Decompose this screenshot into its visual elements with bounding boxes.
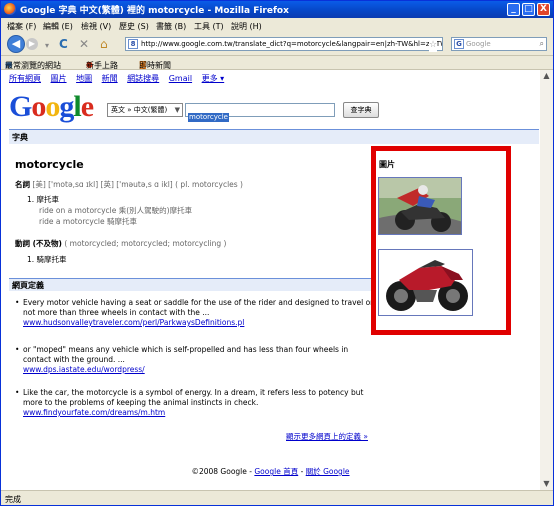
logo-letter: o: [45, 90, 60, 123]
def-number: 1.: [27, 195, 35, 204]
page-footer: ©2008 Google - Google 首頁 - 關於 Google: [1, 466, 540, 477]
link-gmail[interactable]: Gmail: [169, 74, 192, 83]
query-value: motorcycle: [188, 113, 229, 122]
footer-home-link[interactable]: Google 首頁: [254, 467, 298, 476]
noun-example-2: ride a motorcycle 騎摩托車: [39, 217, 138, 226]
web-def-link[interactable]: www.dps.iastate.edu/wordpress/: [23, 365, 375, 375]
noun-pronunciation: [美] ['motə,sɑ ɪkl] [英] ['məutə,s ɑ ikl] …: [32, 180, 243, 189]
chevron-down-icon: ▼: [174, 106, 180, 114]
noun-example-1: ride on a motorcycle 乘(別人駕駛的)摩托車: [39, 206, 193, 215]
footer-separator: -: [298, 467, 306, 476]
menu-tools[interactable]: 工具 (T): [194, 21, 224, 32]
link-blogsearch[interactable]: 網誌搜尋: [127, 74, 159, 83]
close-button[interactable]: X: [537, 3, 550, 16]
title-bar: Google 字典 中文(繁體) 裡的 motorcycle - Mozilla…: [1, 1, 553, 18]
forward-button[interactable]: ▶: [26, 38, 38, 50]
bookmark-star-icon[interactable]: ☆: [429, 38, 438, 52]
web-def-3: • Like the car, the motorcycle is a symb…: [15, 388, 375, 418]
page-content: 所有網頁 圖片 地圖 新聞 網誌搜尋 Gmail 更多 ▾ Google 英文 …: [1, 70, 540, 490]
status-text: 完成: [5, 495, 21, 504]
lookup-dictionary-button[interactable]: 查字典: [343, 102, 379, 118]
menu-bookmarks[interactable]: 書籤 (B): [156, 21, 186, 32]
more-web-definitions-link[interactable]: 顯示更多網頁上的定義 »: [286, 431, 368, 442]
minimize-button[interactable]: _: [507, 3, 520, 16]
browser-window: Google 字典 中文(繁體) 裡的 motorcycle - Mozilla…: [0, 0, 554, 506]
query-input[interactable]: motorcycle: [185, 103, 335, 122]
link-images[interactable]: 圖片: [51, 74, 67, 83]
footer-about-link[interactable]: 關於 Google: [306, 467, 350, 476]
language-pair-value: 英文 » 中文(繁體): [111, 106, 168, 114]
noun-pos-label: 名詞: [15, 180, 30, 189]
web-def-text: Every motor vehicle having a seat or sad…: [23, 298, 375, 317]
web-definitions-header: 網頁定義: [9, 278, 371, 291]
link-maps[interactable]: 地圖: [76, 74, 92, 83]
google-top-links: 所有網頁 圖片 地圖 新聞 網誌搜尋 Gmail 更多 ▾: [9, 73, 231, 84]
scroll-down-icon[interactable]: ▼: [540, 478, 553, 490]
logo-letter: e: [80, 90, 94, 123]
stop-icon[interactable]: ✕: [79, 37, 89, 51]
logo-letter: l: [73, 90, 81, 123]
language-pair-select[interactable]: 英文 » 中文(繁體) ▼: [107, 103, 183, 117]
verb-def-1: 1. 騎摩托車: [27, 254, 67, 265]
bullet: •: [15, 388, 20, 397]
menu-view[interactable]: 檢視 (V): [81, 21, 111, 32]
search-placeholder: Google: [466, 40, 491, 48]
google-search-engine-icon[interactable]: G: [454, 39, 464, 49]
web-def-text: Like the car, the motorcycle is a symbol…: [23, 388, 364, 407]
back-button[interactable]: ◀: [7, 35, 25, 53]
search-go-icon[interactable]: ⌕: [540, 38, 544, 50]
verb-entry: 動詞 (不及物) ( motorcycled; motorcycled; mot…: [15, 238, 227, 249]
footer-copyright: ©2008 Google -: [191, 467, 255, 476]
reload-icon[interactable]: C: [59, 37, 68, 51]
vertical-scrollbar[interactable]: ▲ ▼: [540, 70, 553, 490]
verb-pos-label: 動詞 (不及物): [15, 239, 62, 248]
search-box[interactable]: G Google ⌕: [451, 37, 547, 51]
noun-def-1: 1. 摩托車: [27, 194, 59, 205]
link-more[interactable]: 更多 ▾: [202, 74, 225, 83]
link-web[interactable]: 所有網頁: [9, 74, 41, 83]
url-bar[interactable]: 8 http://www.google.com.tw/translate_dict…: [125, 37, 443, 51]
verb-forms: ( motorcycled; motorcycled; motorcycling…: [64, 239, 227, 248]
web-def-link[interactable]: www.hudsonvalleytraveler.com/perl/Parkwa…: [23, 318, 375, 328]
status-bar: 完成: [1, 490, 553, 505]
def-text: 摩托車: [36, 195, 60, 204]
site-favicon: 8: [128, 39, 138, 49]
menu-history[interactable]: 歷史 (S): [119, 21, 149, 32]
headword: motorcycle: [15, 158, 84, 171]
web-def-link[interactable]: www.findyourfate.com/dreams/m.htm: [23, 408, 375, 418]
dictionary-section-header: 字典: [9, 129, 539, 144]
logo-letter: o: [31, 90, 46, 123]
logo-letter: g: [59, 90, 74, 123]
menu-file[interactable]: 檔案 (F): [7, 21, 36, 32]
bullet: •: [15, 345, 20, 354]
def-number: 1.: [27, 255, 35, 264]
web-def-2: • or "moped" means any vehicle which is …: [15, 345, 375, 375]
web-def-text: or "moped" means any vehicle which is se…: [23, 345, 349, 364]
logo-letter: G: [9, 90, 32, 123]
noun-entry: 名詞 [美] ['motə,sɑ ɪkl] [英] ['məutə,s ɑ ik…: [15, 179, 243, 190]
url-text: http://www.google.com.tw/translate_dict?…: [141, 40, 443, 48]
firefox-icon: [4, 3, 16, 15]
navigation-toolbar: ◀ ▶ ▾ C ✕ ⌂ 8 http://www.google.com.tw/tr…: [1, 33, 553, 56]
google-logo[interactable]: Google: [9, 90, 94, 124]
history-dropdown-icon[interactable]: ▾: [45, 39, 49, 53]
menu-help[interactable]: 說明 (H): [231, 21, 262, 32]
def-text: 騎摩托車: [36, 255, 67, 264]
maximize-button[interactable]: □: [522, 3, 535, 16]
bookmarks-toolbar: ▦ 最常瀏覽的網站 ● 新手上路 ◙ 即時新聞: [1, 56, 553, 70]
window-title: Google 字典 中文(繁體) 裡的 motorcycle - Mozilla…: [20, 6, 289, 16]
home-icon[interactable]: ⌂: [100, 37, 108, 51]
web-def-1: • Every motor vehicle having a seat or s…: [15, 298, 375, 328]
menu-bar: 檔案 (F) 編輯 (E) 檢視 (V) 歷史 (S) 書籤 (B) 工具 (T…: [1, 18, 553, 33]
link-news[interactable]: 新聞: [102, 74, 118, 83]
bullet: •: [15, 298, 20, 307]
image-highlight-box: [371, 146, 511, 335]
scroll-up-icon[interactable]: ▲: [540, 70, 553, 82]
menu-edit[interactable]: 編輯 (E): [43, 21, 73, 32]
